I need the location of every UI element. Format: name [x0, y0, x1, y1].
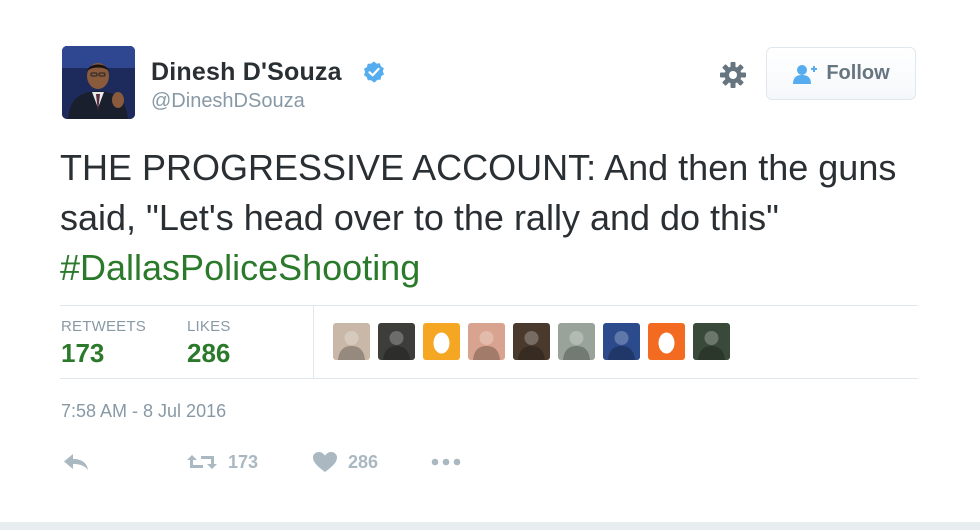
- user-handle[interactable]: @DineshDSouza: [151, 90, 305, 113]
- add-user-icon: [793, 64, 818, 84]
- reply-button[interactable]: [62, 446, 90, 478]
- retweets-count[interactable]: 173: [61, 338, 104, 369]
- display-name[interactable]: Dinesh D'Souza: [151, 58, 342, 87]
- avatar[interactable]: [62, 46, 135, 119]
- retweet-count: 173: [228, 451, 259, 472]
- tweet-timestamp[interactable]: 7:58 AM - 8 Jul 2016: [61, 401, 226, 422]
- like-button[interactable]: 286: [312, 446, 378, 478]
- likes-count[interactable]: 286: [187, 338, 230, 369]
- liker-avatar[interactable]: [333, 323, 370, 360]
- reply-icon: [64, 454, 88, 470]
- more-icon: [431, 458, 461, 466]
- retweet-icon: [187, 455, 217, 469]
- avatar-image: [62, 46, 135, 119]
- gear-icon[interactable]: [718, 60, 748, 90]
- liker-avatar[interactable]: [648, 323, 685, 360]
- likes-label: LIKES: [187, 318, 231, 335]
- like-count: 286: [348, 451, 379, 472]
- liker-avatar[interactable]: [513, 323, 550, 360]
- tweet-body: THE PROGRESSIVE ACCOUNT: And then the gu…: [60, 147, 897, 238]
- heart-icon: [313, 452, 337, 472]
- divider-bottom: [60, 378, 918, 379]
- retweets-label: RETWEETS: [61, 318, 146, 335]
- tweet-text: THE PROGRESSIVE ACCOUNT: And then the gu…: [60, 143, 930, 293]
- follow-button[interactable]: Follow: [766, 47, 916, 100]
- liker-avatars: [333, 323, 730, 360]
- follow-button-label: Follow: [826, 62, 890, 84]
- verified-badge-icon: [364, 61, 384, 83]
- liker-avatar[interactable]: [378, 323, 415, 360]
- liker-avatar[interactable]: [468, 323, 505, 360]
- more-button[interactable]: [430, 446, 462, 478]
- divider-top: [60, 305, 918, 306]
- liker-avatar[interactable]: [423, 323, 460, 360]
- retweet-button[interactable]: 173: [186, 446, 258, 478]
- liker-avatar[interactable]: [693, 323, 730, 360]
- bottom-border: [0, 522, 980, 530]
- hashtag-link[interactable]: #DallasPoliceShooting: [60, 247, 420, 288]
- liker-avatar[interactable]: [603, 323, 640, 360]
- liker-avatar[interactable]: [558, 323, 595, 360]
- stats-divider: [313, 306, 314, 378]
